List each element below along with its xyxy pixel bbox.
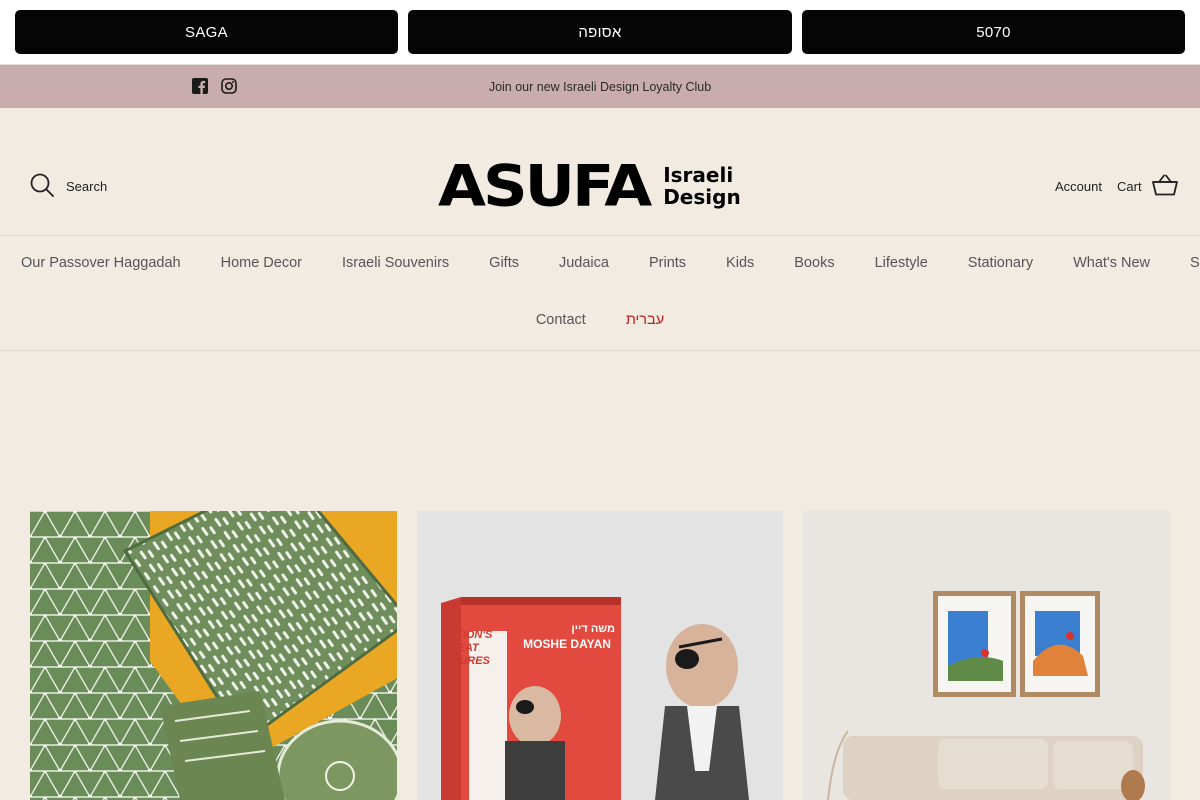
nav-item-sale[interactable]: Sale (1190, 255, 1200, 271)
search-icon (30, 173, 54, 200)
social-links (192, 78, 237, 94)
logo-subtitle-line1: Israeli (663, 163, 734, 187)
search-label: Search (66, 179, 108, 194)
announcement-bar: Join our new Israeli Design Loyalty Club (0, 65, 1200, 108)
product-tile-moshe-dayan-figure[interactable]: משה דיין MOSHE DAYAN NATION'S GREAT FIGU… (417, 511, 783, 800)
basket-icon (1151, 174, 1178, 199)
instagram-icon[interactable] (221, 78, 237, 94)
cart-link[interactable]: Cart (1117, 174, 1178, 199)
nav-item-hebrew-language[interactable]: עברית (626, 312, 664, 328)
nav-item-kids[interactable]: Kids (726, 255, 754, 271)
store-button-saga[interactable]: SAGA (15, 10, 398, 54)
figure-box-series-line3: FIGURES (441, 655, 490, 667)
nav-row-secondary: Contact עברית (0, 312, 1200, 328)
main-nav: Our Passover Haggadah Home Decor Israeli… (0, 236, 1200, 351)
nav-item-books[interactable]: Books (794, 255, 834, 271)
nav-item-gifts[interactable]: Gifts (489, 255, 519, 271)
product-tile-ceramics[interactable] (30, 511, 397, 800)
logo-word: ASUFA (438, 151, 652, 220)
site-header: Search ASUFA Israeli Design Account Cart (0, 108, 1200, 236)
logo-subtitle: Israeli Design (663, 164, 740, 208)
nav-item-judaica[interactable]: Judaica (559, 255, 609, 271)
announcement-text[interactable]: Join our new Israeli Design Loyalty Club (0, 65, 1200, 108)
store-button-asufa[interactable]: אסופה (408, 10, 792, 54)
nav-row-primary: Our Passover Haggadah Home Decor Israeli… (21, 255, 1200, 271)
logo-subtitle-line2: Design (663, 185, 741, 209)
figure-box-name: MOSHE DAYAN (523, 637, 611, 651)
account-link[interactable]: Account (1055, 179, 1102, 194)
nav-item-whats-new[interactable]: What's New (1073, 255, 1150, 271)
site-logo[interactable]: ASUFA Israeli Design (438, 155, 763, 217)
nav-item-israeli-souvenirs[interactable]: Israeli Souvenirs (342, 255, 449, 271)
nav-item-lifestyle[interactable]: Lifestyle (875, 255, 928, 271)
nav-item-prints[interactable]: Prints (649, 255, 686, 271)
cart-label: Cart (1117, 179, 1142, 194)
framed-prints-image (803, 511, 1170, 800)
nav-item-contact[interactable]: Contact (536, 312, 586, 328)
figure-box-series-line2: GREAT (441, 642, 479, 654)
figure-box-series: NATION'S GREAT FIGURES (441, 629, 493, 668)
store-button-5070[interactable]: 5070 (802, 10, 1185, 54)
figure-box-series-line1: NATION'S (441, 629, 493, 641)
nav-item-passover-haggadah[interactable]: Our Passover Haggadah (21, 255, 181, 271)
facebook-icon[interactable] (192, 78, 208, 94)
figure-box-hebrew: משה דיין (571, 623, 615, 635)
ceramics-image (30, 511, 397, 800)
nav-item-stationary[interactable]: Stationary (968, 255, 1033, 271)
search-button[interactable]: Search (30, 173, 107, 200)
product-tile-prints[interactable] (803, 511, 1170, 800)
nav-item-home-decor[interactable]: Home Decor (221, 255, 302, 271)
store-switcher-bar: SAGA אסופה 5070 (0, 0, 1200, 65)
